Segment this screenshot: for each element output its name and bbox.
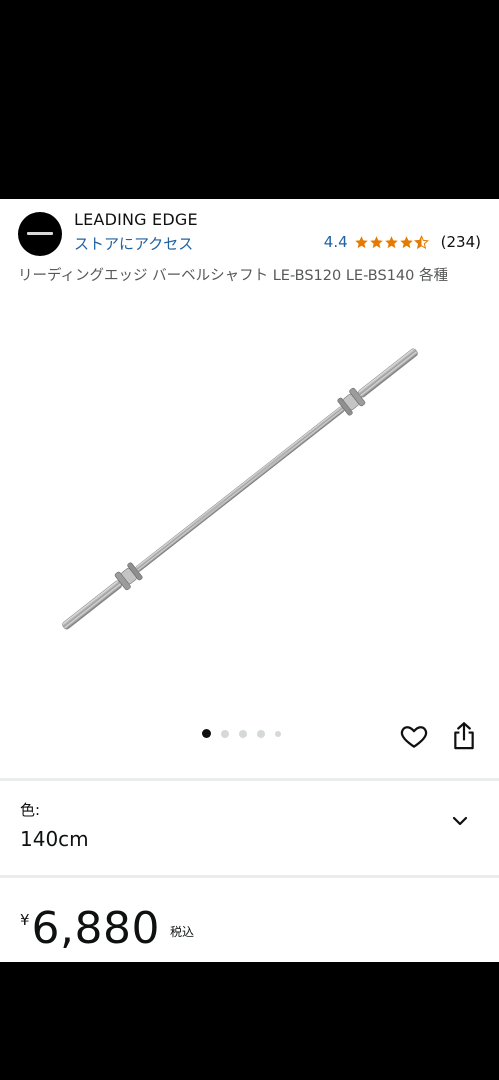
- store-row: LEADING EDGE ストアにアクセス 4.4 (234): [18, 209, 481, 259]
- carousel-dot[interactable]: [257, 729, 265, 738]
- product-card: LEADING EDGE ストアにアクセス 4.4 (234) リーディングエッ…: [0, 199, 499, 962]
- carousel-dot[interactable]: [239, 729, 247, 738]
- top-black-area: [0, 0, 499, 199]
- rating-summary[interactable]: 4.4 (234): [324, 233, 481, 251]
- brand-name: LEADING EDGE: [74, 210, 198, 229]
- price-display: ¥ 6,880 税込: [20, 899, 194, 959]
- share-icon[interactable]: [450, 721, 478, 751]
- carousel-dot[interactable]: [221, 729, 229, 738]
- star-icon: [354, 235, 368, 248]
- carousel-dot-active[interactable]: [202, 729, 211, 738]
- rating-value: 4.4: [323, 233, 348, 251]
- rating-count: (234): [440, 233, 481, 251]
- star-half-icon: [413, 234, 429, 249]
- section-divider: [0, 778, 499, 781]
- barbell-shaft-image[interactable]: [50, 307, 450, 687]
- visit-store-link[interactable]: ストアにアクセス: [74, 233, 193, 254]
- image-carousel-indicator[interactable]: [202, 729, 291, 738]
- variation-value[interactable]: 140cm: [20, 827, 89, 851]
- product-title: リーディングエッジ バーベルシャフト LE-BS120 LE-BS140 各種: [18, 268, 448, 284]
- tax-included-label: 税込: [170, 925, 195, 939]
- chevron-down-icon[interactable]: [448, 809, 472, 833]
- section-divider: [0, 875, 499, 878]
- store-logo[interactable]: [18, 212, 62, 256]
- carousel-dot[interactable]: [275, 730, 281, 737]
- price-amount: 6,880: [31, 903, 161, 954]
- bottom-black-area: [0, 962, 499, 1080]
- star-icon: [399, 235, 413, 248]
- rating-stars: [354, 234, 429, 250]
- star-icon: [384, 235, 398, 248]
- variation-label: 色:: [20, 801, 41, 819]
- currency-symbol: ¥: [20, 911, 30, 929]
- store-logo-mark: [27, 232, 53, 235]
- heart-icon[interactable]: [399, 721, 429, 751]
- star-icon: [369, 235, 383, 248]
